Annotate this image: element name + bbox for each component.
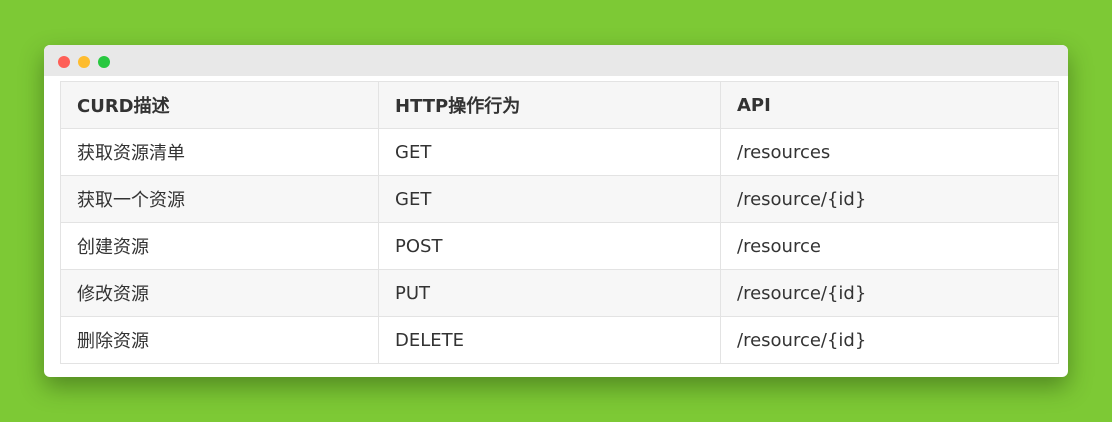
curd-api-table: CURD描述 HTTP操作行为 API 获取资源清单 GET /resource… <box>60 81 1059 364</box>
cell-method: DELETE <box>378 316 721 364</box>
cell-api: /resource/{id} <box>720 175 1059 223</box>
cell-api: /resource/{id} <box>720 269 1059 317</box>
cell-api: /resource <box>720 222 1059 270</box>
minimize-window-button[interactable] <box>78 56 90 68</box>
table-row: 修改资源 PUT /resource/{id} <box>60 269 1059 317</box>
window-titlebar <box>44 45 1068 76</box>
cell-description: 获取资源清单 <box>60 128 379 176</box>
table-header-row: CURD描述 HTTP操作行为 API <box>60 81 1059 129</box>
cell-method: POST <box>378 222 721 270</box>
cell-api: /resources <box>720 128 1059 176</box>
table-row: 获取一个资源 GET /resource/{id} <box>60 175 1059 223</box>
header-http-method: HTTP操作行为 <box>378 81 721 129</box>
cell-description: 修改资源 <box>60 269 379 317</box>
table-container: CURD描述 HTTP操作行为 API 获取资源清单 GET /resource… <box>60 81 1059 364</box>
cell-description: 删除资源 <box>60 316 379 364</box>
header-api: API <box>720 81 1059 129</box>
app-window: CURD描述 HTTP操作行为 API 获取资源清单 GET /resource… <box>44 45 1068 377</box>
table-row: 删除资源 DELETE /resource/{id} <box>60 316 1059 364</box>
table-row: 获取资源清单 GET /resources <box>60 128 1059 176</box>
header-curd-description: CURD描述 <box>60 81 379 129</box>
maximize-window-button[interactable] <box>98 56 110 68</box>
cell-api: /resource/{id} <box>720 316 1059 364</box>
cell-method: GET <box>378 128 721 176</box>
table-row: 创建资源 POST /resource <box>60 222 1059 270</box>
cell-description: 获取一个资源 <box>60 175 379 223</box>
cell-method: PUT <box>378 269 721 317</box>
cell-description: 创建资源 <box>60 222 379 270</box>
cell-method: GET <box>378 175 721 223</box>
close-window-button[interactable] <box>58 56 70 68</box>
